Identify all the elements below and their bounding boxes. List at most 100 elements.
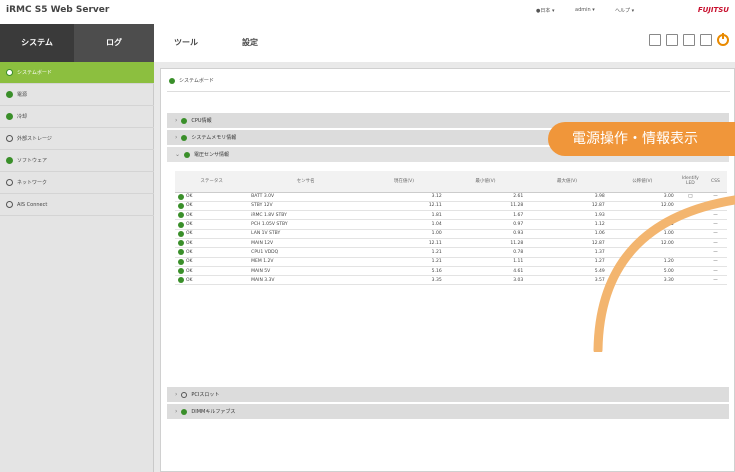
- status-ok-icon: [178, 240, 184, 247]
- language-menu[interactable]: ●日本 ▾: [536, 7, 554, 14]
- status-indicator: OK: [178, 202, 245, 209]
- column-header: センサ名: [248, 171, 364, 193]
- sidebar: システムボード 電源 冷却 外部ストレージ ソフトウェア ネットワーク AIS …: [0, 62, 154, 472]
- section-dimm[interactable]: › DIMMキルファブス: [167, 404, 729, 419]
- status-ok-icon: [178, 202, 184, 209]
- status-text: OK: [186, 259, 193, 265]
- status-ok-icon: [6, 157, 13, 164]
- sidebar-item-software[interactable]: ソフトウェア: [0, 150, 154, 172]
- main-nav: システム ログ ツール 設定: [0, 24, 735, 62]
- status-indicator: OK: [178, 258, 245, 265]
- section-label: PCIスロット: [191, 392, 220, 398]
- status-cell: OK: [175, 210, 249, 221]
- value-cell: 5.16: [363, 266, 445, 277]
- sensor-name-cell: MAIN 5V: [248, 266, 364, 277]
- status-ok-icon: [178, 230, 184, 237]
- sidebar-item-label: ソフトウェア: [17, 158, 48, 164]
- grid-icon[interactable]: [683, 34, 695, 46]
- sidebar-item-cooling[interactable]: 冷却: [0, 106, 154, 128]
- status-ok-icon: [178, 277, 184, 284]
- value-cell: 1.21: [363, 247, 445, 258]
- sensor-name-cell: MAIN 3.3V: [248, 275, 364, 286]
- status-text: OK: [186, 222, 193, 228]
- power-icon[interactable]: [717, 33, 729, 46]
- status-ok-icon: [6, 91, 13, 98]
- column-header: 最小値(V): [444, 171, 527, 193]
- sensor-name-cell: BATT 3.0V: [248, 192, 364, 202]
- help-menu[interactable]: ヘルプ ▾: [615, 7, 634, 14]
- status-unknown-icon: [6, 201, 13, 208]
- status-cell: OK: [175, 257, 249, 267]
- printer-icon[interactable]: [700, 34, 712, 46]
- column-header: 最大値(V): [526, 171, 608, 193]
- sidebar-item-label: システムボード: [17, 70, 52, 76]
- column-header: 現在値(V): [363, 171, 445, 193]
- value-cell: 1.00: [363, 229, 445, 240]
- monitor-icon[interactable]: [649, 34, 661, 46]
- status-text: OK: [186, 212, 193, 218]
- toolbar-icons: [649, 33, 729, 46]
- sensor-name-cell: MEM 1.2V: [248, 257, 364, 267]
- section-pci-slots[interactable]: › PCIスロット: [167, 387, 729, 402]
- status-cell: OK: [175, 266, 249, 277]
- app-title: iRMC S5 Web Server: [6, 5, 110, 15]
- status-text: OK: [186, 231, 193, 237]
- sensor-name-cell: iRMC 1.8V STBY: [248, 210, 364, 221]
- value-cell: 3.03: [444, 275, 527, 286]
- status-unknown-icon: [6, 179, 13, 186]
- status-indicator: OK: [178, 230, 245, 237]
- value-cell: 12.11: [363, 201, 445, 212]
- sidebar-item-power[interactable]: 電源: [0, 84, 154, 106]
- status-ok-icon: [181, 408, 188, 415]
- user-menu[interactable]: admin ▾: [575, 7, 595, 13]
- tab-log[interactable]: ログ: [74, 24, 154, 62]
- sidebar-item-network[interactable]: ネットワーク: [0, 172, 154, 194]
- chevron-right-icon: ›: [175, 408, 178, 415]
- brand-logo: FUJITSU: [697, 6, 729, 14]
- status-indicator: OK: [178, 249, 245, 256]
- chevron-right-icon: ›: [175, 391, 178, 398]
- value-cell: 0.78: [444, 247, 527, 258]
- sidebar-item-label: 冷却: [17, 114, 28, 120]
- breadcrumb-label: システムボード: [179, 78, 214, 84]
- status-unknown-icon: [6, 135, 13, 142]
- column-header: 公称値(V): [607, 171, 677, 193]
- value-cell: 12.11: [363, 238, 445, 249]
- status-ok-icon: [6, 113, 13, 120]
- status-indicator: OK: [178, 212, 245, 219]
- status-cell: OK: [175, 201, 249, 212]
- sidebar-item-label: ネットワーク: [17, 180, 48, 186]
- value-cell: 1.11: [444, 257, 527, 267]
- status-cell: OK: [175, 192, 249, 202]
- divider: [167, 91, 730, 92]
- status-ok-icon: [178, 193, 184, 200]
- sensor-name-cell: PCH 1.05V STBY: [248, 219, 364, 230]
- sidebar-item-ais-connect[interactable]: AIS Connect: [0, 194, 154, 216]
- value-cell: 11.28: [444, 238, 527, 249]
- status-text: OK: [186, 194, 193, 200]
- value-cell: 2.61: [444, 192, 527, 202]
- chevron-right-icon: ›: [175, 134, 178, 141]
- status-ok-icon: [184, 151, 191, 158]
- value-cell: 1.04: [363, 219, 445, 230]
- status-cell: OK: [175, 229, 249, 240]
- status-text: OK: [186, 203, 193, 209]
- table-header-row: ステータス センサ名 現在値(V) 最小値(V) 最大値(V) 公称値(V) I…: [175, 171, 727, 193]
- tab-settings[interactable]: 設定: [218, 24, 282, 62]
- sidebar-item-external-storage[interactable]: 外部ストレージ: [0, 128, 154, 150]
- column-header: CSS: [703, 171, 727, 193]
- status-text: OK: [186, 277, 193, 283]
- chevron-right-icon: ›: [175, 117, 178, 124]
- tab-tools[interactable]: ツール: [154, 24, 218, 62]
- status-text: OK: [186, 268, 193, 274]
- status-indicator: OK: [178, 268, 245, 275]
- status-cell: OK: [175, 219, 249, 230]
- sidebar-item-system-board[interactable]: システムボード: [0, 62, 154, 84]
- column-header: Identify LED: [676, 171, 704, 193]
- value-cell: 4.61: [444, 266, 527, 277]
- list-icon[interactable]: [666, 34, 678, 46]
- section-label: システムメモリ情報: [191, 135, 237, 141]
- value-cell: 3.12: [363, 192, 445, 202]
- sensor-name-cell: MAIN 12V: [248, 238, 364, 249]
- tab-system[interactable]: システム: [0, 24, 74, 62]
